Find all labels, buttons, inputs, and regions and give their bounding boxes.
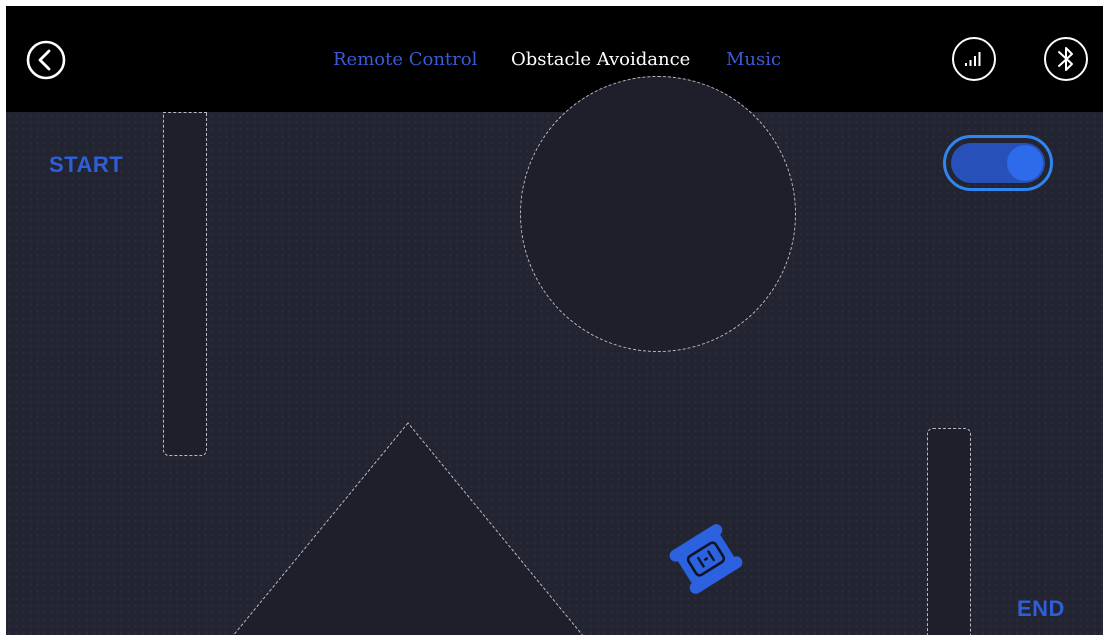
- end-label: END: [1017, 596, 1065, 621]
- signal-strength-icon: [952, 37, 996, 81]
- obstacle-mode-toggle[interactable]: [943, 135, 1053, 191]
- obstacle-bar-right: [927, 428, 971, 635]
- app-window: Remote Control Obstacle Avoidance Music …: [6, 6, 1103, 635]
- mode-tabs: Remote Control Obstacle Avoidance Music: [6, 6, 1103, 112]
- obstacle-triangle: [232, 422, 584, 635]
- robot-car[interactable]: [668, 522, 744, 596]
- obstacle-field: START END: [6, 76, 1103, 635]
- tab-obstacle-avoidance[interactable]: Obstacle Avoidance: [511, 48, 690, 72]
- toggle-knob: [1007, 145, 1043, 181]
- tab-remote-control[interactable]: Remote Control: [333, 48, 477, 72]
- signal-button[interactable]: [951, 36, 997, 82]
- obstacle-bar-left: [163, 112, 207, 456]
- top-bar: Remote Control Obstacle Avoidance Music: [6, 6, 1103, 112]
- obstacle-circle: [520, 76, 796, 352]
- robot-car-icon: [669, 524, 743, 594]
- toggle-track: [951, 143, 1045, 183]
- bluetooth-icon: [1044, 37, 1088, 81]
- bluetooth-button[interactable]: [1043, 36, 1089, 82]
- tab-music[interactable]: Music: [726, 48, 781, 72]
- start-label: START: [49, 152, 124, 177]
